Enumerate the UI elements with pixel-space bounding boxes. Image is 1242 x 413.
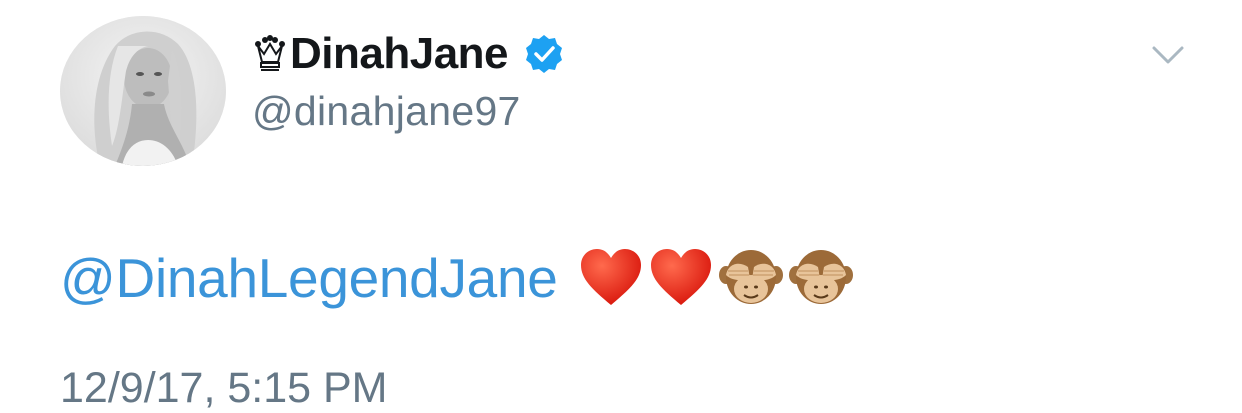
chevron-down-icon[interactable] — [1148, 40, 1188, 70]
see-no-evil-monkey-icon — [788, 245, 854, 311]
red-heart-icon — [578, 245, 644, 311]
red-heart-icon — [648, 245, 714, 311]
tweet-text: @DinahLegendJane — [60, 238, 854, 318]
verified-badge-icon — [524, 34, 564, 74]
author-name-row[interactable]: DinahJane — [254, 26, 564, 82]
avatar[interactable] — [60, 16, 226, 166]
author-handle[interactable]: @dinahjane97 — [252, 88, 521, 135]
tweet-card: DinahJane @dinahjane97 @DinahLegendJane — [0, 0, 1242, 413]
see-no-evil-monkey-icon — [718, 245, 784, 311]
author-display-name[interactable]: DinahJane — [290, 29, 509, 79]
tweet-timestamp[interactable]: 12/9/17, 5:15 PM — [60, 364, 388, 413]
mention-link[interactable]: @DinahLegendJane — [60, 246, 558, 310]
crown-icon — [254, 34, 286, 74]
